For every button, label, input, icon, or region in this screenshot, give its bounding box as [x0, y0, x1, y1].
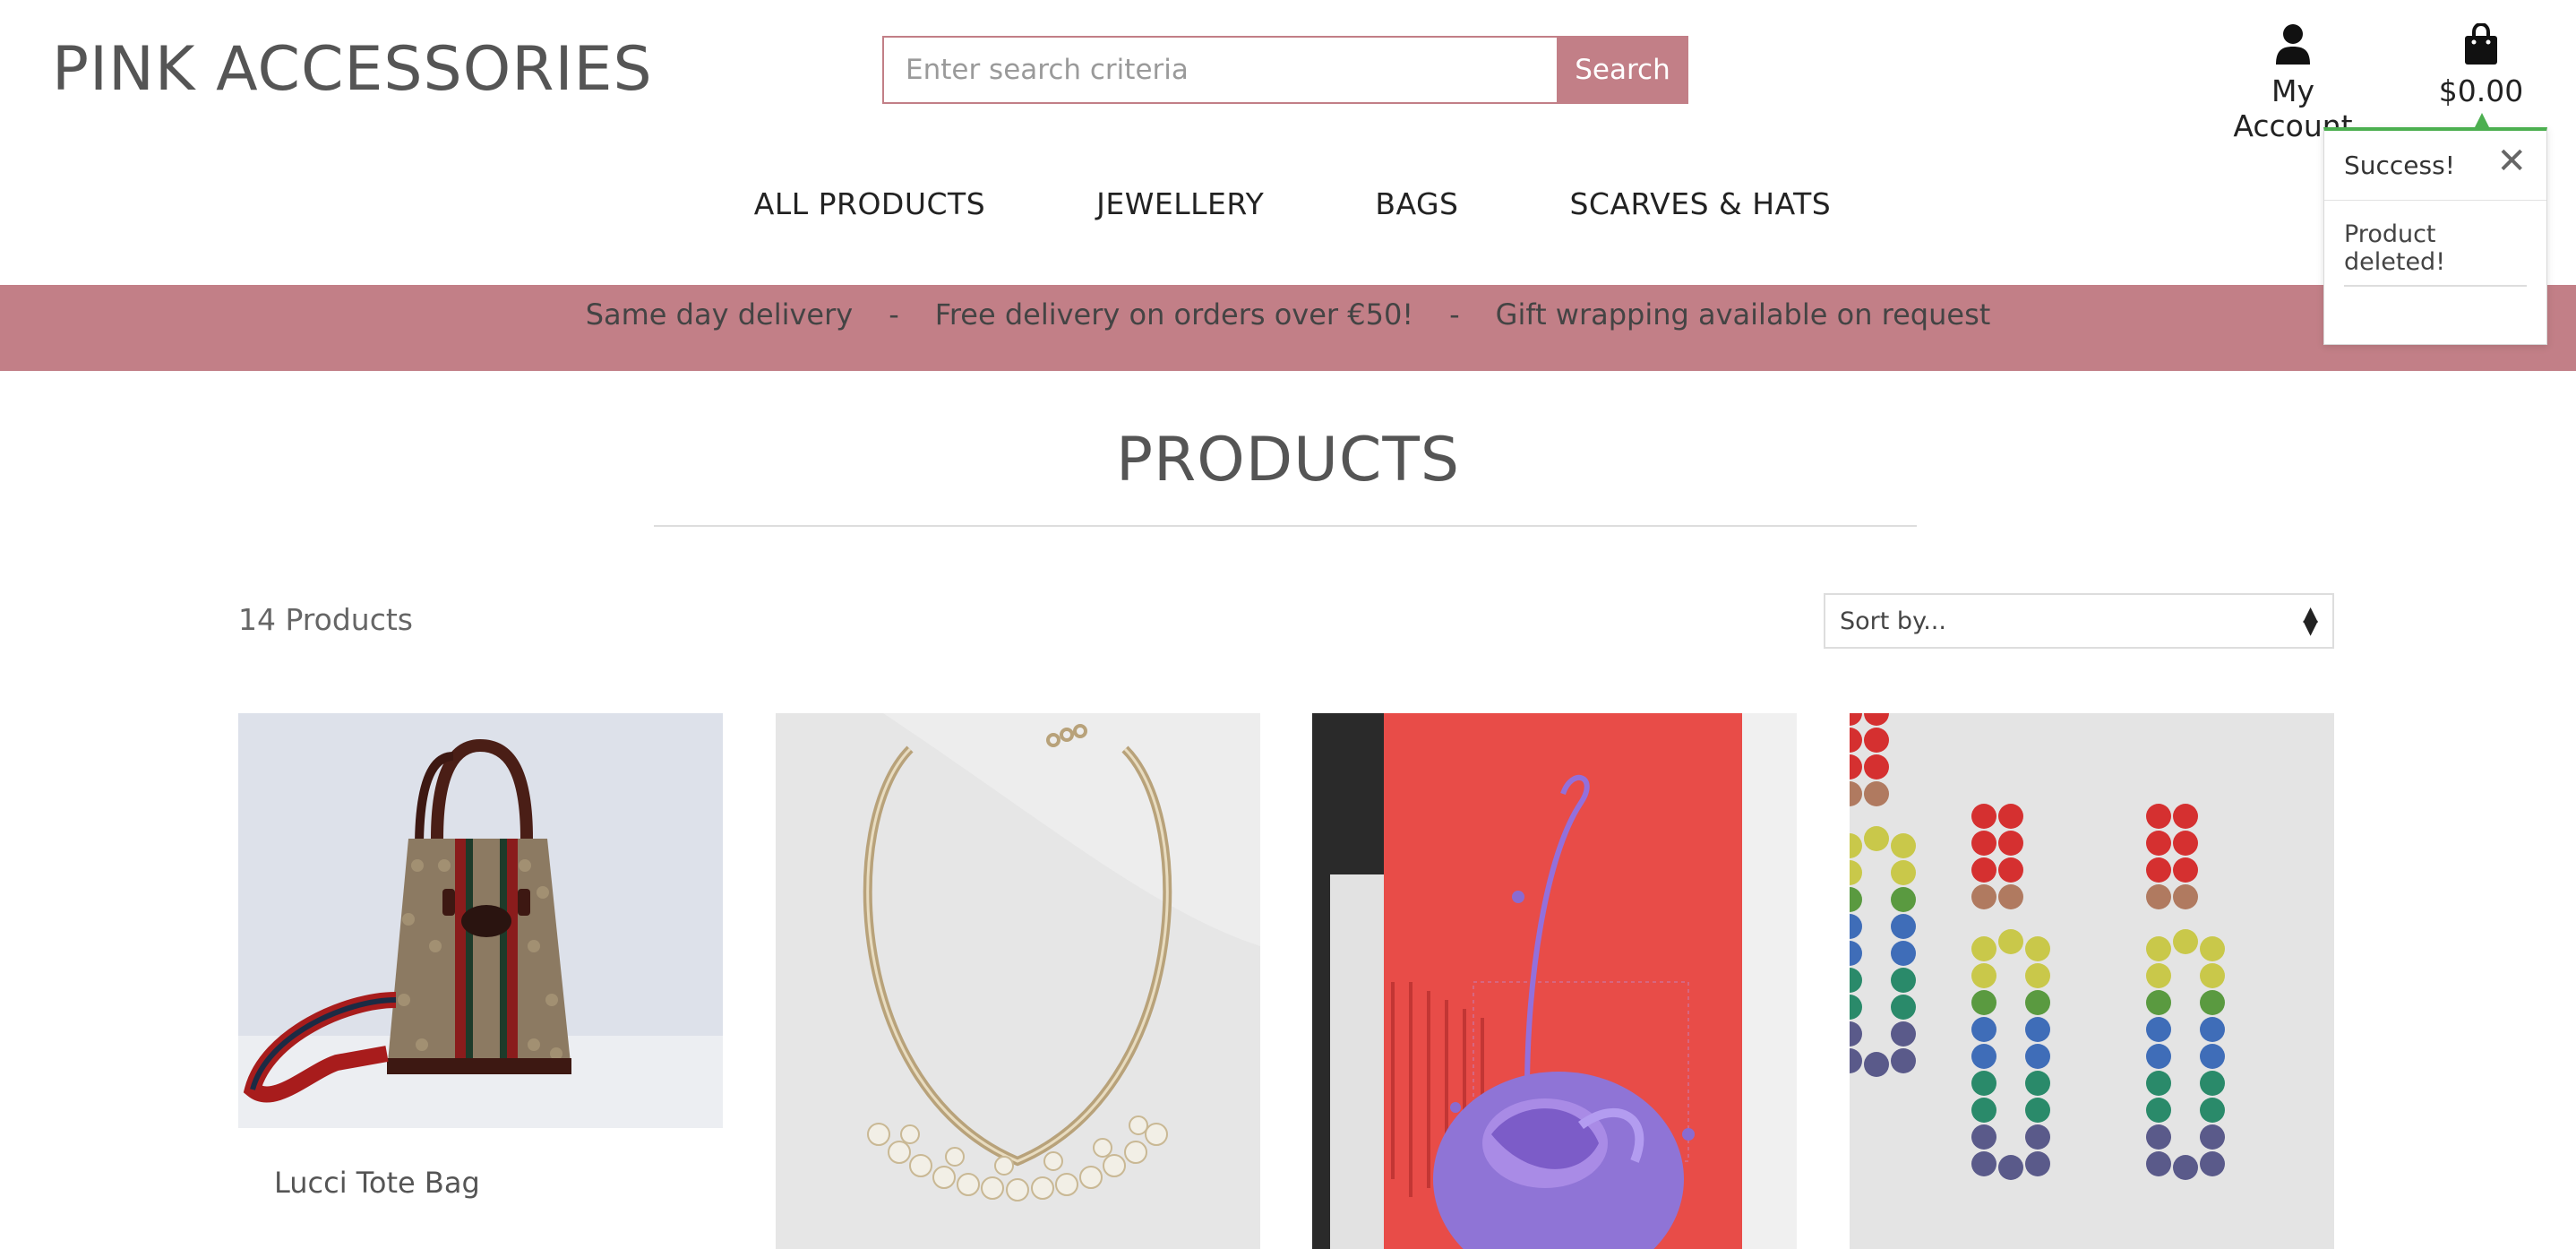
- product-card[interactable]: [1312, 713, 1797, 1249]
- sort-label: Sort by...: [1840, 607, 1946, 635]
- toast-message: Product deleted!: [2344, 220, 2446, 276]
- product-image[interactable]: [776, 713, 1260, 1249]
- toast-header: Success! ✕: [2324, 131, 2546, 201]
- title-divider: [654, 525, 1917, 527]
- page-title: PRODUCTS: [1115, 425, 1461, 495]
- toast-arrow: [2475, 113, 2489, 127]
- user-icon: [2276, 24, 2310, 65]
- product-name[interactable]: Lucci Tote Bag: [274, 1166, 723, 1200]
- sort-arrows-icon: ▲ ▼: [2303, 602, 2318, 639]
- product-image[interactable]: [1850, 713, 2334, 1249]
- nav-scarves-hats[interactable]: SCARVES & HATS: [1569, 186, 1831, 221]
- banner-item: Free delivery on orders over €50!: [934, 297, 1414, 332]
- banner-separator: -: [1449, 297, 1460, 332]
- main-nav: ALL PRODUCTS JEWELLERY BAGS SCARVES & HA…: [0, 186, 2576, 221]
- success-toast: Success! ✕ Product deleted!: [2323, 113, 2547, 345]
- search-form: Search: [882, 36, 1688, 104]
- product-card[interactable]: [1850, 713, 2334, 1249]
- sort-select[interactable]: Sort by... ▲ ▼: [1824, 593, 2334, 649]
- toast-divider: [2344, 285, 2527, 287]
- product-card[interactable]: Lucci Tote Bag: [238, 713, 723, 1249]
- cart-link[interactable]: $0.00: [2436, 22, 2526, 108]
- search-input[interactable]: [882, 36, 1557, 104]
- search-button[interactable]: Search: [1557, 36, 1688, 104]
- site-logo[interactable]: PINK ACCESSORIES: [52, 34, 653, 105]
- banner-item: Same day delivery: [585, 297, 854, 332]
- necklace-image: [776, 713, 1260, 1249]
- nav-jewellery[interactable]: JEWELLERY: [1096, 186, 1264, 221]
- product-image[interactable]: [1312, 713, 1797, 1249]
- nav-all-products[interactable]: ALL PRODUCTS: [754, 186, 985, 221]
- product-count: 14 Products: [238, 602, 413, 637]
- banner-separator: -: [889, 297, 899, 332]
- nav-bags[interactable]: BAGS: [1375, 186, 1458, 221]
- toast-title: Success!: [2344, 151, 2455, 180]
- tote-bag-image: [238, 713, 723, 1128]
- cart-total: $0.00: [2438, 73, 2524, 108]
- earrings-image: [1850, 713, 2334, 1249]
- fascinator-image: [1312, 713, 1797, 1249]
- my-account-link[interactable]: My Account: [2212, 23, 2374, 143]
- toast-body: Product deleted!: [2324, 201, 2546, 287]
- product-image[interactable]: [238, 713, 723, 1128]
- delivery-banner: Same day delivery - Free delivery on ord…: [0, 285, 2576, 371]
- close-icon[interactable]: ✕: [2496, 143, 2527, 179]
- product-card[interactable]: [776, 713, 1260, 1249]
- shopping-bag-icon: [2465, 22, 2497, 65]
- banner-item: Gift wrapping available on request: [1495, 297, 1991, 332]
